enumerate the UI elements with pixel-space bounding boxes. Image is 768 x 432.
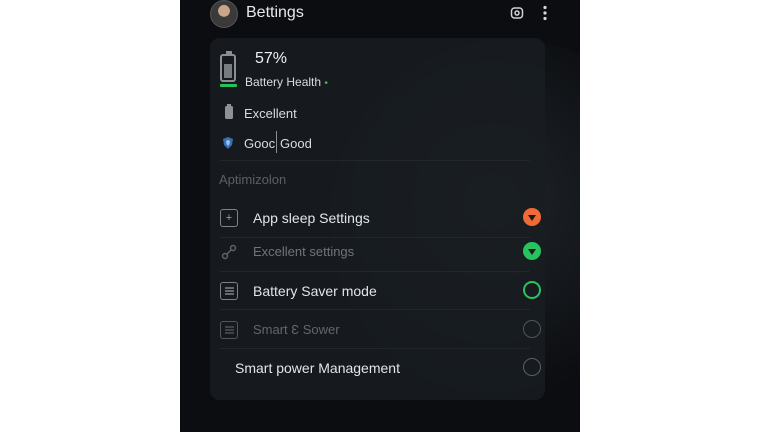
radio-outline-gray-icon[interactable] <box>523 320 541 338</box>
signal-status-left: Gooc <box>244 136 276 151</box>
option-row-app-sleep[interactable]: + App sleep Settings <box>210 199 545 237</box>
option-label: Smart Ɛ Sower <box>253 322 340 337</box>
row-divider <box>220 309 530 310</box>
option-row-excellent-settings[interactable]: Excellent settings <box>210 233 545 271</box>
list-icon <box>220 282 238 300</box>
option-label: Smart power Management <box>235 360 400 376</box>
plus-square-icon: + <box>220 209 238 227</box>
avatar[interactable] <box>210 0 238 28</box>
list-icon <box>220 321 238 339</box>
battery-health-text: Battery Health <box>245 75 322 89</box>
radio-outline-green-icon[interactable] <box>523 281 541 299</box>
battery-small-icon <box>221 104 237 120</box>
option-label: Excellent settings <box>253 244 355 259</box>
section-divider <box>220 160 530 161</box>
battery-icon <box>220 51 236 82</box>
option-label: Battery Saver mode <box>253 283 377 299</box>
battery-health-bar <box>220 84 237 87</box>
battery-condition: Excellent <box>244 106 297 121</box>
radio-outline-gray-icon[interactable] <box>523 358 541 376</box>
option-row-smart-power[interactable]: Smart power Management <box>210 349 545 387</box>
status-separator <box>276 131 277 153</box>
link-icon <box>221 244 237 260</box>
health-indicator-dot: • <box>324 78 328 89</box>
orange-toggle-icon[interactable] <box>523 208 541 226</box>
shield-icon <box>220 135 236 151</box>
section-title: Aptimizolon <box>219 172 287 187</box>
battery-percent: 57% <box>255 50 288 67</box>
more-vert-icon[interactable] <box>536 4 554 22</box>
battery-health-label: Battery Health • <box>245 75 328 89</box>
battery-level-fill <box>224 64 232 78</box>
page-title: Bettings <box>246 4 304 21</box>
phone-screen: Bettings 57% Battery Health • Excellent … <box>180 0 580 432</box>
camera-icon[interactable] <box>508 4 526 22</box>
option-row-smart-saver[interactable]: Smart Ɛ Sower <box>210 311 545 349</box>
option-label: App sleep Settings <box>253 210 370 226</box>
app-bar: Bettings <box>180 0 580 30</box>
green-toggle-icon[interactable] <box>523 242 541 260</box>
option-row-battery-saver[interactable]: Battery Saver mode <box>210 272 545 310</box>
signal-status-right: Good <box>280 136 312 151</box>
